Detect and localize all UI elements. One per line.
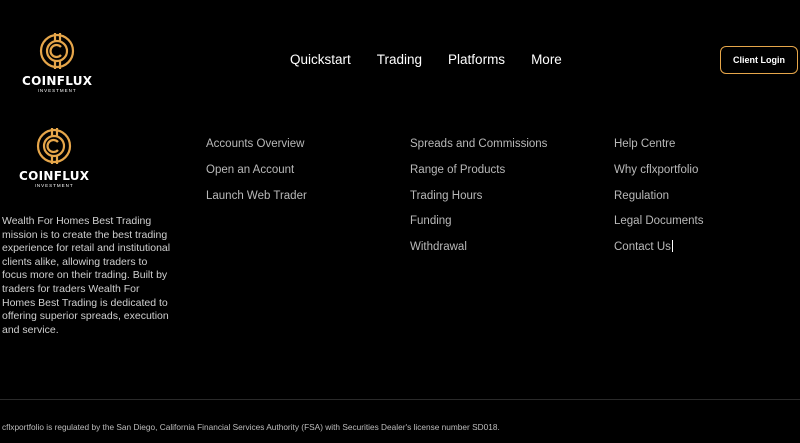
legal-disclaimer: cflxportfolio is regulated by the San Di… <box>2 422 500 432</box>
header-logo[interactable]: COINFLUX INVESTMENT <box>22 29 92 93</box>
footer-link-regulation[interactable]: Regulation <box>614 184 704 210</box>
mission-text: Wealth For Homes Best Trading mission is… <box>2 215 171 336</box>
coinflux-logo-icon <box>40 33 75 69</box>
nav-item-quickstart[interactable]: Quickstart <box>290 50 351 70</box>
footer-link-why-cflxportfolio[interactable]: Why cflxportfolio <box>614 158 704 184</box>
footer-link-contact-us-label: Contact Us <box>614 241 671 254</box>
nav-item-trading[interactable]: Trading <box>377 50 422 70</box>
footer-link-help-centre[interactable]: Help Centre <box>614 132 704 158</box>
nav-item-platforms[interactable]: Platforms <box>448 50 505 70</box>
footer-link-legal-documents[interactable]: Legal Documents <box>614 209 704 235</box>
footer-link-open-account[interactable]: Open an Account <box>206 158 307 184</box>
main-nav: Quickstart Trading Platforms More <box>290 50 562 70</box>
text-cursor-icon <box>671 240 673 253</box>
brand-name: COINFLUX <box>19 169 90 183</box>
footer-column-accounts: Accounts Overview Open an Account Launch… <box>206 132 307 209</box>
brand-name: COINFLUX <box>22 74 93 88</box>
footer-link-spreads[interactable]: Spreads and Commissions <box>410 132 547 158</box>
nav-item-more[interactable]: More <box>531 50 562 70</box>
coinflux-logo-icon <box>37 128 72 164</box>
brand-tagline: INVESTMENT <box>34 183 74 188</box>
footer-link-launch-web-trader[interactable]: Launch Web Trader <box>206 184 307 210</box>
footer-link-trading-hours[interactable]: Trading Hours <box>410 184 547 210</box>
footer-link-withdrawal[interactable]: Withdrawal <box>410 235 547 261</box>
footer-link-contact-us[interactable]: Contact Us <box>614 235 704 261</box>
footer-link-accounts-overview[interactable]: Accounts Overview <box>206 132 307 158</box>
footer-link-funding[interactable]: Funding <box>410 209 547 235</box>
client-login-button[interactable]: Client Login <box>720 46 798 74</box>
footer-divider <box>0 399 800 400</box>
footer-column-trading: Spreads and Commissions Range of Product… <box>410 132 547 261</box>
footer-logo[interactable]: COINFLUX INVESTMENT <box>19 124 89 188</box>
footer-column-support: Help Centre Why cflxportfolio Regulation… <box>614 132 704 261</box>
footer-link-range-products[interactable]: Range of Products <box>410 158 547 184</box>
brand-tagline: INVESTMENT <box>37 88 77 93</box>
